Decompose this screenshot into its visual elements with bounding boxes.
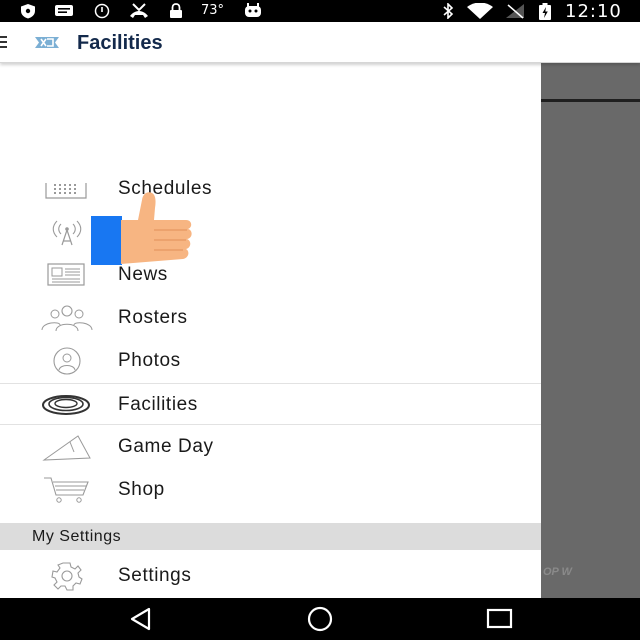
android-icon	[242, 3, 264, 19]
group-icon	[40, 303, 94, 333]
drawer-item-label: Shop	[118, 479, 165, 500]
newspaper-icon	[40, 260, 94, 290]
drawer-item-radio[interactable]	[0, 211, 541, 253]
drawer-item-game-day[interactable]: Game Day	[0, 426, 541, 468]
radio-tower-icon	[40, 217, 94, 247]
home-icon[interactable]	[306, 606, 334, 632]
unc-logo-icon	[34, 35, 60, 50]
message-icon	[53, 3, 75, 19]
temperature-label: 73°	[201, 3, 225, 18]
drawer-item-schedules[interactable]: Schedules	[0, 168, 541, 210]
signal-off-icon	[504, 3, 526, 19]
battery-icon	[536, 2, 554, 20]
shield-icon	[18, 3, 38, 19]
system-nav-bar	[0, 598, 640, 640]
app-bar: Facilities	[0, 22, 640, 63]
drawer-scrim[interactable]: OP W	[541, 63, 640, 598]
cart-icon	[40, 475, 94, 505]
alarm-icon	[92, 3, 112, 19]
back-icon[interactable]	[127, 606, 155, 632]
section-header-label: My Settings	[32, 528, 122, 545]
drawer-item-shop[interactable]: Shop	[0, 469, 541, 511]
drawer-item-label: Photos	[118, 350, 181, 371]
calendar-icon	[40, 174, 94, 204]
drawer-item-news[interactable]: News	[0, 254, 541, 296]
background-text: OP W	[543, 566, 572, 578]
stadium-icon	[40, 390, 94, 420]
pennant-icon	[40, 432, 94, 462]
person-icon	[40, 346, 94, 376]
section-header-my-settings: My Settings	[0, 523, 541, 550]
drawer-item-facilities[interactable]: Facilities	[0, 383, 541, 425]
clock: 12:10	[565, 1, 622, 22]
drawer-item-rosters[interactable]: Rosters	[0, 297, 541, 339]
navigation-drawer: Schedules News Rosters Photos Facilities…	[0, 63, 541, 598]
drawer-item-label: Rosters	[118, 307, 188, 328]
thumbs-up-icon	[90, 190, 196, 268]
wifi-icon	[465, 3, 495, 19]
lock-icon	[167, 3, 185, 19]
bluetooth-icon	[440, 3, 456, 19]
page-title: Facilities	[77, 32, 163, 54]
divider	[541, 99, 640, 102]
drawer-item-settings[interactable]: Settings	[0, 555, 541, 597]
gear-icon	[40, 561, 94, 591]
drawer-item-label: Settings	[118, 565, 192, 586]
drawer-item-photos[interactable]: Photos	[0, 340, 541, 382]
recents-icon[interactable]	[486, 606, 514, 632]
drawer-item-label: Game Day	[118, 436, 214, 457]
status-bar: 73° 12:10	[0, 0, 640, 22]
hamburger-icon[interactable]	[0, 36, 7, 48]
missed-call-icon	[126, 3, 152, 19]
drawer-item-label: Facilities	[118, 394, 198, 415]
